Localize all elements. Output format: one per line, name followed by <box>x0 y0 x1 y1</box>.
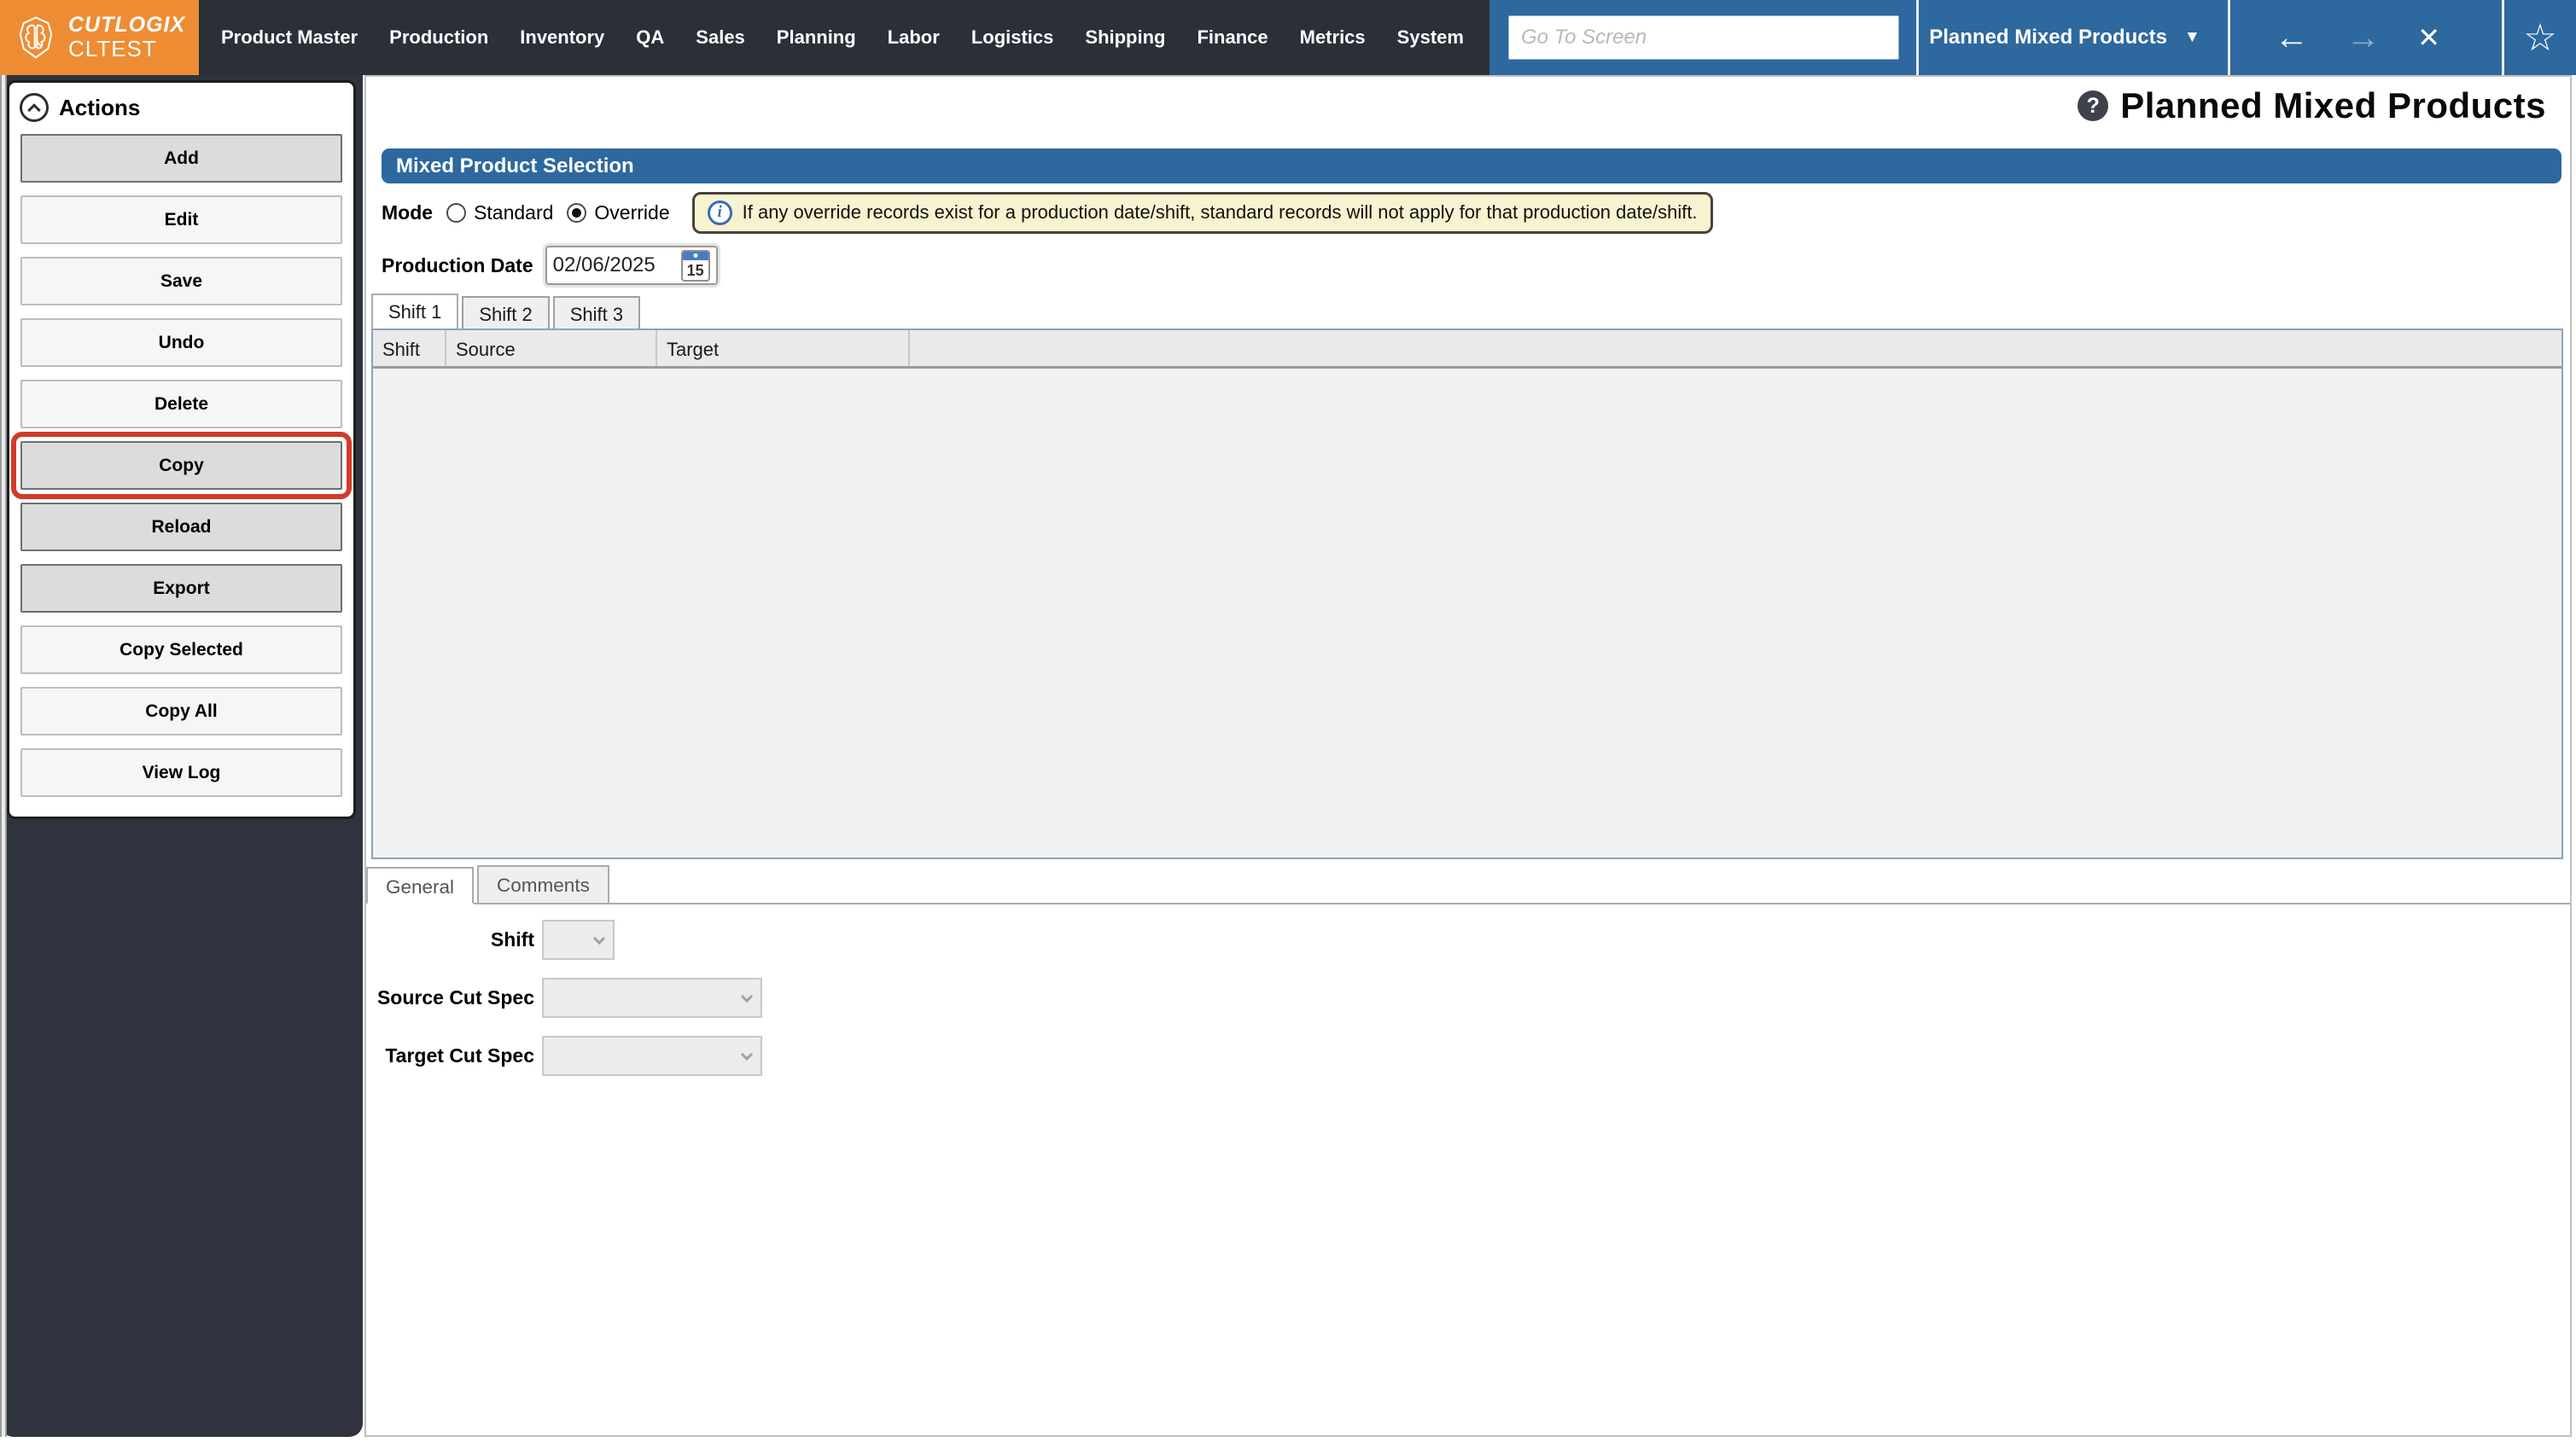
page-title-row: ? Planned Mixed Products <box>2078 85 2546 126</box>
target-cut-spec-label: Target Cut Spec <box>366 1044 534 1067</box>
view-log-button[interactable]: View Log <box>20 748 342 797</box>
favorite-zone: ☆ <box>2504 16 2576 60</box>
chevron-down-icon <box>741 1048 753 1060</box>
nav-item-planning[interactable]: Planning <box>777 26 856 49</box>
reload-button[interactable]: Reload <box>20 503 342 551</box>
tab-general[interactable]: General <box>366 867 474 904</box>
edit-button[interactable]: Edit <box>20 195 342 244</box>
add-button[interactable]: Add <box>20 134 342 183</box>
screen-selector-dropdown[interactable]: Planned Mixed Products ▼ <box>1919 26 2211 49</box>
favorite-star-icon[interactable]: ☆ <box>2523 16 2556 60</box>
source-cut-spec-label: Source Cut Spec <box>366 986 534 1009</box>
brand-name: CUTLOGIX <box>68 14 185 36</box>
override-info-text: If any override records exist for a prod… <box>743 201 1698 224</box>
copy-all-button[interactable]: Copy All <box>20 687 342 736</box>
delete-button[interactable]: Delete <box>20 380 342 428</box>
nav-item-finance[interactable]: Finance <box>1197 26 1268 49</box>
production-date-value: 02/06/2025 <box>553 253 656 277</box>
column-header-shift[interactable]: Shift <box>373 330 446 366</box>
column-header-filler <box>910 330 2561 366</box>
sidebar: Actions Add Edit Save Undo Delete Copy Reload E… <box>0 75 363 1437</box>
cutlogix-brain-icon <box>14 15 58 60</box>
radio-icon <box>446 203 466 223</box>
shift-dropdown[interactable] <box>542 920 615 960</box>
actions-panel-header: Actions <box>9 83 353 134</box>
mode-label: Mode <box>382 201 433 224</box>
collapse-chevron-icon[interactable] <box>20 93 49 122</box>
grid-header-row: ShiftSourceTarget <box>373 330 2561 369</box>
shift-field-label: Shift <box>366 928 534 951</box>
mixed-product-grid: ShiftSourceTarget <box>371 329 2563 859</box>
mode-radio-override[interactable]: Override <box>567 201 669 224</box>
radio-label: Standard <box>474 201 553 224</box>
tab-comments[interactable]: Comments <box>477 865 609 903</box>
copy-selected-button[interactable]: Copy Selected <box>20 625 342 674</box>
actions-panel-title: Actions <box>59 95 140 121</box>
main-content: ? Planned Mixed Products Mixed Product S… <box>364 75 2572 1437</box>
brand-logo: CUTLOGIX CLTEST <box>0 0 199 75</box>
nav-item-shipping[interactable]: Shipping <box>1085 26 1165 49</box>
nav-item-production[interactable]: Production <box>389 26 488 49</box>
save-button[interactable]: Save <box>20 257 342 305</box>
detail-form: Shift Source Cut Spec Target Cut Spec <box>366 920 762 1094</box>
nav-menu: Product Master Production Inventory QA Sales… <box>199 0 1489 75</box>
target-cut-spec-dropdown[interactable] <box>542 1036 762 1076</box>
brand-environment: CLTEST <box>68 38 185 61</box>
screen-selector-label: Planned Mixed Products <box>1929 26 2167 49</box>
actions-panel: Actions Add Edit Save Undo Delete Copy Reload E… <box>7 80 356 819</box>
export-button[interactable]: Export <box>20 564 342 613</box>
nav-item-logistics[interactable]: Logistics <box>971 26 1054 49</box>
copy-button[interactable]: Copy <box>20 441 342 490</box>
chevron-down-icon <box>593 932 605 944</box>
actions-button-list: Add Edit Save Undo Delete Copy Reload Export Cop… <box>9 134 353 797</box>
production-date-field[interactable]: 02/06/2025 15 <box>545 246 718 285</box>
close-icon[interactable]: ✕ <box>2417 21 2440 54</box>
page-title: Planned Mixed Products <box>2120 85 2546 126</box>
mode-row: Mode Standard Override i If any override… <box>382 191 1713 234</box>
top-bar-right: Planned Mixed Products ▼ ← → ✕ ☆ <box>1489 0 2576 75</box>
info-icon: i <box>708 201 732 225</box>
mode-radio-standard[interactable]: Standard <box>446 201 553 224</box>
history-nav: ← → ✕ <box>2230 19 2485 57</box>
shift-tab-bar: Shift 1Shift 2Shift 3 <box>371 294 640 330</box>
forward-arrow-icon[interactable]: → <box>2346 19 2381 57</box>
calendar-icon[interactable]: 15 <box>681 250 710 282</box>
production-date-row: Production Date 02/06/2025 15 <box>382 246 718 285</box>
column-header-source[interactable]: Source <box>446 330 657 366</box>
back-arrow-icon[interactable]: ← <box>2275 19 2309 57</box>
grid-body[interactable] <box>373 369 2561 858</box>
nav-item-sales[interactable]: Sales <box>696 26 745 49</box>
chevron-down-icon: ▼ <box>2184 28 2200 47</box>
nav-item-inventory[interactable]: Inventory <box>520 26 604 49</box>
source-cut-spec-dropdown[interactable] <box>542 978 762 1018</box>
tab-shift-2[interactable]: Shift 2 <box>462 296 549 330</box>
top-bar: CUTLOGIX CLTEST Product Master Production… <box>0 0 2576 75</box>
override-info-box: i If any override records exist for a pr… <box>692 192 1713 234</box>
help-icon[interactable]: ? <box>2078 90 2108 121</box>
nav-item-system[interactable]: System <box>1397 26 1464 49</box>
chevron-down-icon <box>741 990 753 1002</box>
nav-item-qa[interactable]: QA <box>636 26 664 49</box>
column-header-target[interactable]: Target <box>657 330 910 366</box>
production-date-label: Production Date <box>382 254 533 277</box>
source-cut-spec-row: Source Cut Spec <box>366 978 762 1018</box>
detail-tab-bar: GeneralComments <box>366 865 2570 904</box>
undo-button[interactable]: Undo <box>20 318 342 367</box>
target-cut-spec-row: Target Cut Spec <box>366 1036 762 1076</box>
calendar-day: 15 <box>683 262 708 280</box>
nav-item-labor[interactable]: Labor <box>888 26 940 49</box>
nav-item-product-master[interactable]: Product Master <box>221 26 358 49</box>
tab-shift-3[interactable]: Shift 3 <box>553 296 640 330</box>
tab-shift-1[interactable]: Shift 1 <box>371 294 458 330</box>
section-header: Mixed Product Selection <box>382 148 2561 183</box>
radio-icon <box>567 203 586 223</box>
sidebar-resize-strip[interactable] <box>0 75 7 1437</box>
shift-field-row: Shift <box>366 920 762 960</box>
radio-label: Override <box>594 201 669 224</box>
go-to-screen-input[interactable] <box>1508 15 1899 60</box>
nav-item-metrics[interactable]: Metrics <box>1300 26 1366 49</box>
